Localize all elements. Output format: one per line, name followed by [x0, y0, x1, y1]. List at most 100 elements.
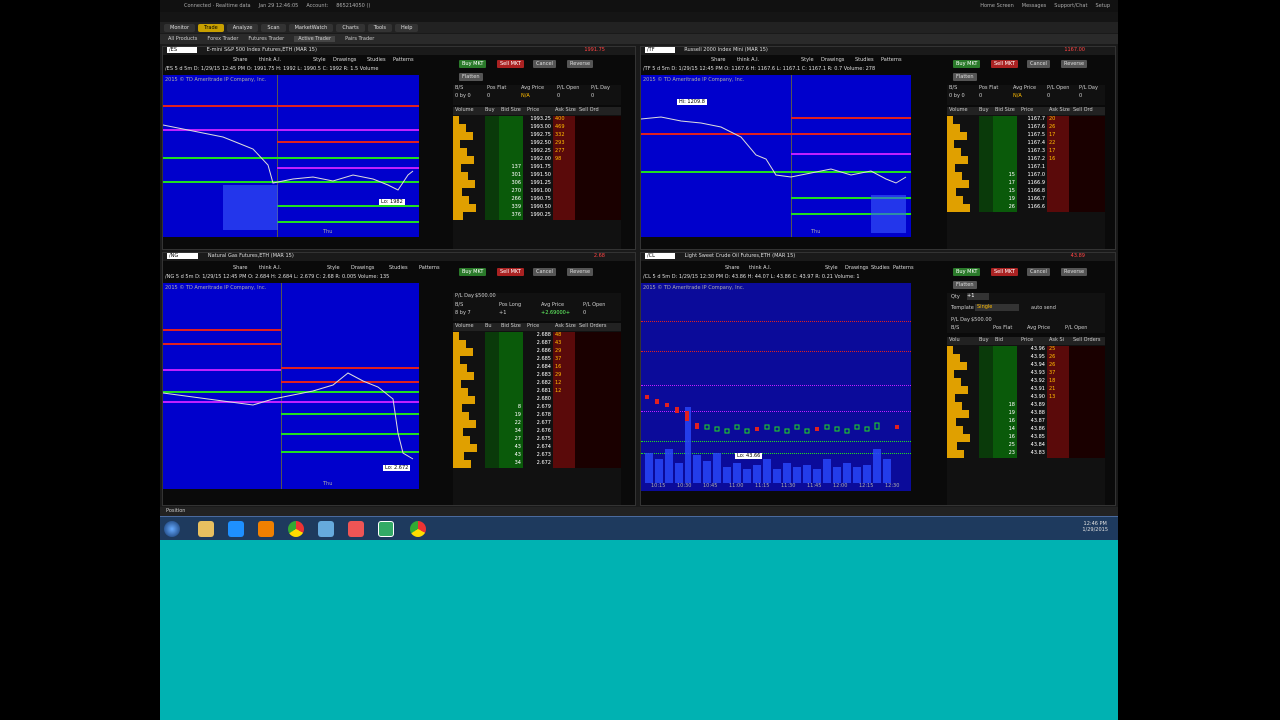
sell-cell[interactable]: [1069, 172, 1105, 180]
share-button[interactable]: Share: [711, 57, 725, 63]
buy-cell[interactable]: [485, 140, 499, 148]
buy-cell[interactable]: [485, 420, 499, 428]
reverse-button[interactable]: Reverse: [1061, 60, 1088, 68]
buy-cell[interactable]: [979, 442, 993, 450]
sell-cell[interactable]: [575, 452, 621, 460]
buy-cell[interactable]: [979, 204, 993, 212]
ladder-row[interactable]: 15 1166.8: [947, 188, 1105, 196]
buy-market-button[interactable]: Buy MKT: [459, 60, 487, 68]
buy-cell[interactable]: [979, 132, 993, 140]
tab-tools[interactable]: Tools: [367, 23, 393, 32]
ladder-row[interactable]: 2.686 29: [453, 348, 621, 356]
sell-cell[interactable]: [575, 180, 621, 188]
share-button[interactable]: Share: [233, 57, 247, 63]
ladder-row[interactable]: 19 1166.7: [947, 196, 1105, 204]
buy-cell[interactable]: [485, 204, 499, 212]
ladder-row[interactable]: 34 2.676: [453, 428, 621, 436]
buy-cell[interactable]: [485, 164, 499, 172]
sell-market-button[interactable]: Sell MKT: [991, 60, 1018, 68]
buy-cell[interactable]: [979, 140, 993, 148]
buy-cell[interactable]: [979, 450, 993, 458]
ladder-row[interactable]: 1992.00 98: [453, 156, 621, 164]
ladder-row[interactable]: 270 1991.00: [453, 188, 621, 196]
sell-cell[interactable]: [575, 188, 621, 196]
reverse-button[interactable]: Reverse: [567, 60, 594, 68]
price-chart[interactable]: 2015 © TD Ameritrade IP Company, Inc. Lo…: [163, 75, 419, 237]
cancel-button[interactable]: Cancel: [1027, 60, 1050, 68]
buy-cell[interactable]: [979, 148, 993, 156]
position-bar[interactable]: Position: [160, 507, 1118, 516]
buy-cell[interactable]: [485, 172, 499, 180]
think-ai-button[interactable]: think A.I.: [737, 57, 759, 63]
buy-cell[interactable]: [485, 444, 499, 452]
ladder-row[interactable]: 43.91 21: [947, 386, 1105, 394]
think-ai-button[interactable]: think A.I.: [259, 57, 281, 63]
ladder-row[interactable]: 16 43.87: [947, 418, 1105, 426]
sell-cell[interactable]: [1069, 378, 1105, 386]
buy-cell[interactable]: [485, 428, 499, 436]
subtab-forex-trader[interactable]: Forex Trader: [207, 36, 238, 42]
start-button-icon[interactable]: [164, 521, 180, 537]
buy-cell[interactable]: [979, 124, 993, 132]
buy-cell[interactable]: [979, 370, 993, 378]
sell-cell[interactable]: [1069, 402, 1105, 410]
style-button[interactable]: Style: [327, 265, 340, 271]
ladder-row[interactable]: 43 2.674: [453, 444, 621, 452]
messages-link[interactable]: Messages: [1022, 3, 1047, 9]
reverse-button[interactable]: Reverse: [567, 268, 594, 276]
studies-button[interactable]: Studies: [871, 265, 890, 271]
ladder-row[interactable]: 1167.4 22: [947, 140, 1105, 148]
buy-cell[interactable]: [979, 116, 993, 124]
sell-cell[interactable]: [1069, 346, 1105, 354]
tab-charts[interactable]: Charts: [336, 23, 365, 32]
buy-cell[interactable]: [979, 164, 993, 172]
patterns-button[interactable]: Patterns: [881, 57, 902, 63]
buy-cell[interactable]: [485, 116, 499, 124]
ladder-row[interactable]: 25 43.84: [947, 442, 1105, 450]
sell-cell[interactable]: [575, 140, 621, 148]
ladder-row[interactable]: 43.95 26: [947, 354, 1105, 362]
sell-cell[interactable]: [1069, 370, 1105, 378]
tab-scan[interactable]: Scan: [261, 23, 286, 32]
cancel-button[interactable]: Cancel: [533, 268, 556, 276]
sell-cell[interactable]: [575, 116, 621, 124]
symbol-field[interactable]: /CL: [645, 253, 675, 259]
buy-cell[interactable]: [485, 212, 499, 220]
buy-cell[interactable]: [485, 148, 499, 156]
symbol-field[interactable]: /TF: [645, 47, 675, 53]
ladder-row[interactable]: 43.96 25: [947, 346, 1105, 354]
sell-cell[interactable]: [575, 404, 621, 412]
studies-button[interactable]: Studies: [389, 265, 408, 271]
buy-cell[interactable]: [979, 172, 993, 180]
sell-cell[interactable]: [575, 460, 621, 468]
buy-cell[interactable]: [979, 410, 993, 418]
sell-cell[interactable]: [575, 412, 621, 420]
sell-market-button[interactable]: Sell MKT: [497, 60, 524, 68]
price-ladder[interactable]: Volume Buy Bid Size Price Ask Size Sell Ord 1…: [947, 107, 1105, 249]
sell-cell[interactable]: [1069, 450, 1105, 458]
sell-cell[interactable]: [575, 164, 621, 172]
ladder-row[interactable]: 1167.1: [947, 164, 1105, 172]
buy-cell[interactable]: [485, 132, 499, 140]
sell-market-button[interactable]: Sell MKT: [497, 268, 524, 276]
buy-cell[interactable]: [979, 180, 993, 188]
ladder-row[interactable]: 339 1990.50: [453, 204, 621, 212]
ladder-row[interactable]: 1992.25 277: [453, 148, 621, 156]
patterns-button[interactable]: Patterns: [393, 57, 414, 63]
buy-cell[interactable]: [485, 188, 499, 196]
ladder-row[interactable]: 43.90 13: [947, 394, 1105, 402]
subtab-active-trader[interactable]: Active Trader: [294, 36, 336, 42]
buy-cell[interactable]: [485, 396, 499, 404]
buy-cell[interactable]: [485, 380, 499, 388]
ladder-row[interactable]: 14 43.86: [947, 426, 1105, 434]
ladder-row[interactable]: 2.681 12: [453, 388, 621, 396]
buy-cell[interactable]: [485, 388, 499, 396]
symbol-field[interactable]: /ES: [167, 47, 198, 53]
share-button[interactable]: Share: [725, 265, 739, 271]
app-icon[interactable]: [318, 521, 334, 537]
sell-cell[interactable]: [575, 428, 621, 436]
buy-market-button[interactable]: Buy MKT: [459, 268, 487, 276]
style-button[interactable]: Style: [313, 57, 326, 63]
thinkorswim-icon[interactable]: [378, 521, 394, 537]
sell-cell[interactable]: [575, 436, 621, 444]
